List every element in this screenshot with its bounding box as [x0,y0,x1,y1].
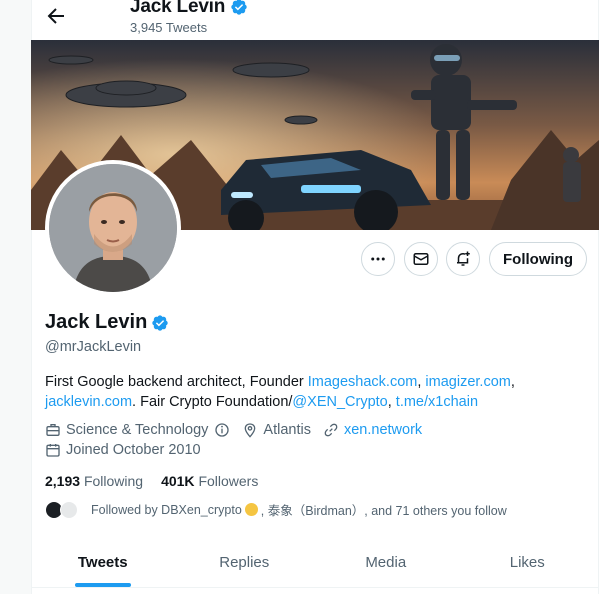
joined-date: Joined October 2010 [45,442,201,458]
mail-icon [413,253,429,265]
calendar-icon [46,444,60,457]
following-count: 2,193 [45,473,81,489]
notifications-button[interactable] [446,242,480,276]
followers-stat[interactable]: 401K Followers [161,473,258,489]
profile-header-bar: Jack Levin 3,945 Tweets [32,0,598,40]
follower-avatar [60,500,78,519]
tabs-divider [32,587,598,588]
followed-by-text-suffix: , 泰象（Birdman）, and 71 others you follow [260,504,507,518]
tab-likes[interactable]: Likes [457,538,599,588]
tab-tweets[interactable]: Tweets [32,538,174,588]
followers-count: 401K [161,473,195,489]
tab-label: Media [365,554,407,571]
message-button[interactable] [404,242,438,276]
tab-label: Tweets [77,554,128,571]
profile-avatar[interactable] [45,160,181,296]
bio-link-jacklevin[interactable]: jacklevin.com [45,394,132,410]
profile-tabs: Tweets Replies Media Likes [32,538,598,588]
back-arrow-icon[interactable] [44,4,68,28]
joined-text: Joined October 2010 [66,442,201,458]
location-text: Atlantis [263,422,311,438]
following-stat[interactable]: 2,193 Following [45,473,143,489]
tweet-count: 3,945 Tweets [130,20,208,35]
bio-link-imageshack[interactable]: Imageshack.com [308,374,418,390]
followed-by-text: Followed by DBXen_crypto [91,502,242,517]
bio-link-telegram[interactable]: t.me/x1chain [396,394,478,410]
profile-name: Jack Levin [45,311,169,334]
followed-by[interactable]: Followed by DBXen_crypto , 泰象（Birdman）, a… [45,500,507,519]
header-name: Jack Levin [130,0,226,17]
tab-media[interactable]: Media [315,538,457,588]
following-button[interactable]: Following [489,242,587,276]
profile-bio: First Google backend architect, Founder … [45,372,585,412]
following-label: Following [83,473,144,489]
website-link[interactable]: xen.network [344,422,422,438]
location-pin-icon [245,423,256,438]
coin-emoji-icon [244,503,258,516]
profile-location: Atlantis [242,422,311,438]
profile-name-text: Jack Levin [45,311,148,333]
followers-label: Followers [198,473,259,489]
bell-plus-icon [457,251,470,266]
bio-link-xen-crypto[interactable]: @XEN_Crypto [292,394,387,410]
bio-text: , [510,374,515,390]
bio-text: . Fair Crypto Foundation/ [132,394,293,410]
profile-handle: @mrJackLevin [45,339,142,355]
profile-category: Science & Technology [45,422,230,438]
more-options-button[interactable] [361,242,395,276]
info-icon[interactable] [214,422,230,438]
tab-label: Replies [219,554,270,571]
briefcase-icon [46,424,60,436]
left-gutter [0,0,31,594]
bio-text: First Google backend architect, Founder [45,374,308,390]
profile-joined: Joined October 2010 [45,442,213,458]
more-dots-icon [371,257,385,261]
profile-website[interactable]: xen.network [323,422,422,438]
header-title: Jack Levin [130,0,248,18]
verified-badge-icon [152,314,168,331]
follow-stats: 2,193 Following 401K Followers [45,473,258,489]
verified-badge-icon [231,0,247,15]
bio-link-imagizer[interactable]: imagizer.com [425,374,510,390]
profile-meta: Science & Technology Atlantis xen.networ… [45,422,434,438]
tab-replies[interactable]: Replies [174,538,316,588]
tab-label: Likes [509,554,545,571]
link-icon [324,423,338,437]
follower-avatars [45,500,81,519]
bio-text: , [387,394,396,410]
category-text: Science & Technology [66,422,209,438]
